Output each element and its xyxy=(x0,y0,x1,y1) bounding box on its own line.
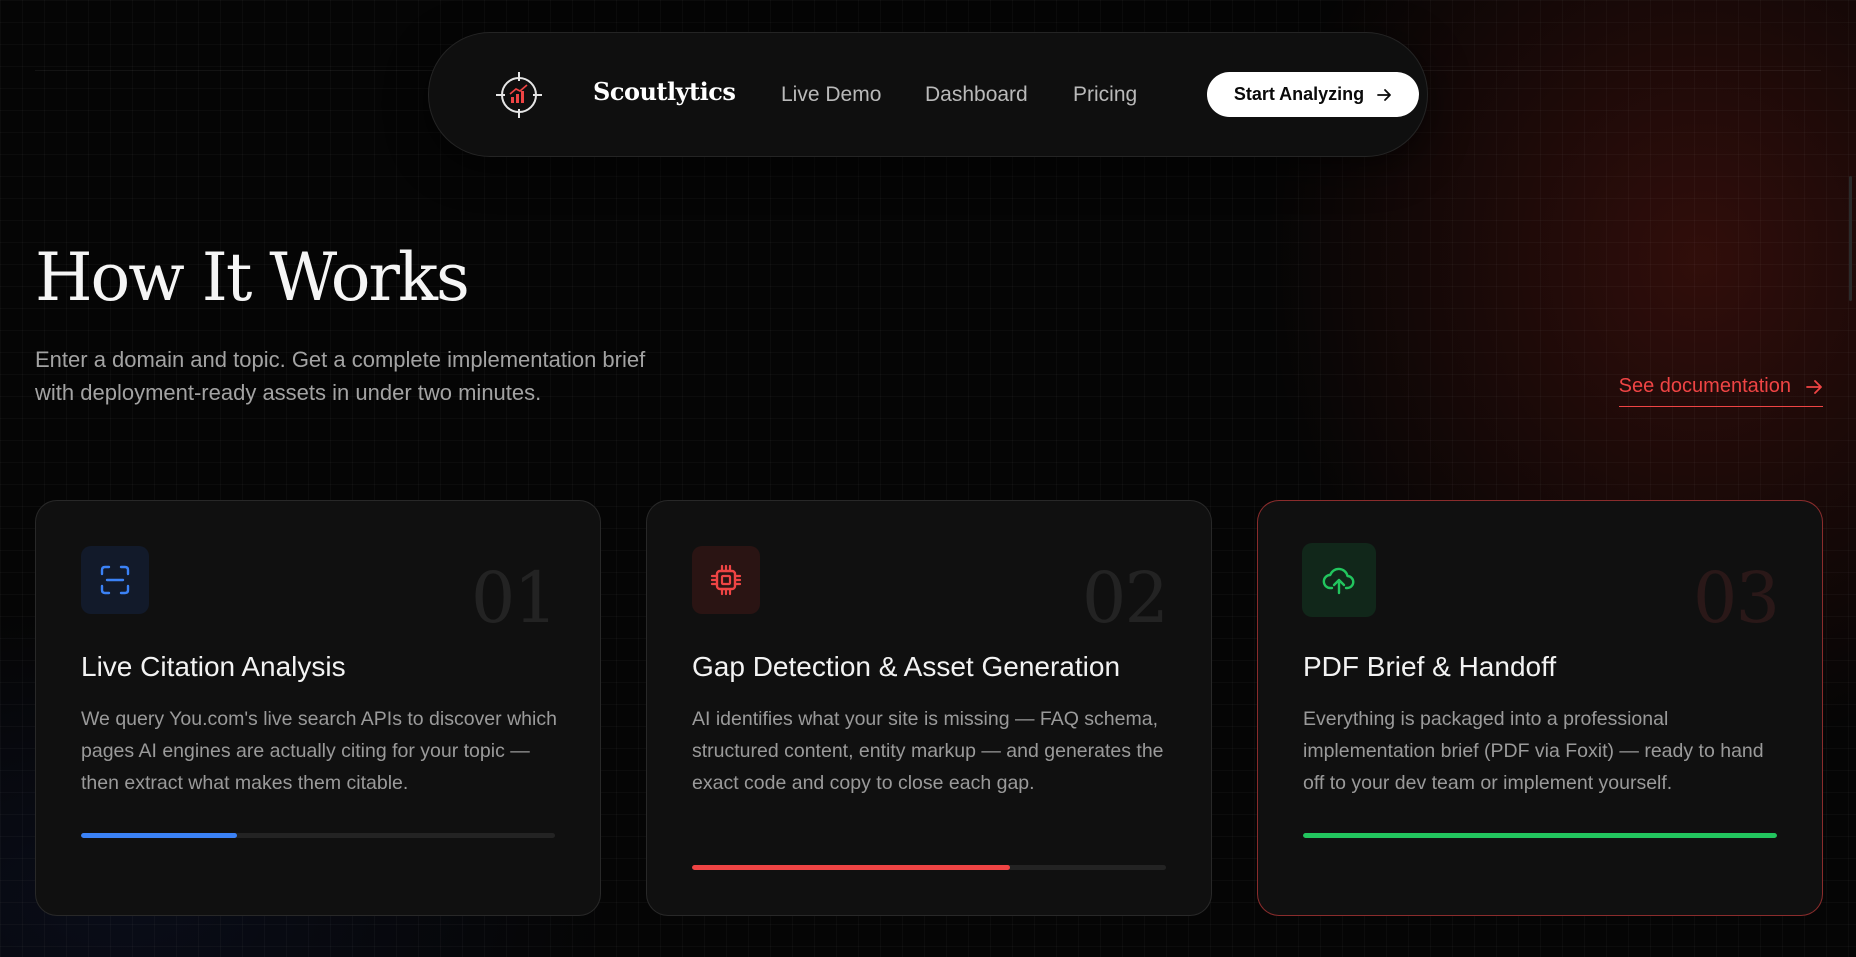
nav-link-live-demo[interactable]: Live Demo xyxy=(781,83,881,107)
step-description: Everything is packaged into a profession… xyxy=(1303,708,1764,794)
brand-name[interactable]: Scoutlytics xyxy=(593,77,736,106)
cloud-upload-icon xyxy=(1302,543,1376,617)
step-title: Live Citation Analysis xyxy=(81,651,346,682)
step-number: 03 xyxy=(1692,557,1780,639)
step-description: AI identifies what your site is missing … xyxy=(692,708,1164,794)
step-title: Gap Detection & Asset Generation xyxy=(692,651,1121,682)
step-card-2: 02 Gap Detection & Asset Generation AI i… xyxy=(646,500,1212,916)
step-progress-fill xyxy=(1303,833,1777,838)
step-card-3: 03 PDF Brief & Handoff Everything is pac… xyxy=(1257,500,1823,916)
step-number: 02 xyxy=(1081,557,1169,639)
step-progress-fill xyxy=(692,865,1010,870)
step-title: PDF Brief & Handoff xyxy=(1303,651,1557,682)
see-documentation-label: See documentation xyxy=(1618,375,1791,397)
nav-link-dashboard[interactable]: Dashboard xyxy=(925,83,1028,107)
arrow-right-icon xyxy=(1377,88,1392,101)
step-description: We query You.com's live search APIs to d… xyxy=(81,708,557,794)
step-progress-track xyxy=(1303,833,1777,838)
page: Scoutlytics Live Demo Dashboard Pricing … xyxy=(0,0,1856,957)
arrow-right-icon xyxy=(1806,379,1822,394)
step-progress-track xyxy=(81,833,555,838)
step-progress-track xyxy=(692,865,1166,870)
step-progress-fill xyxy=(81,833,238,838)
nav-link-pricing[interactable]: Pricing xyxy=(1073,83,1137,107)
section-subtitle: Enter a domain and topic. Get a complete… xyxy=(35,347,646,405)
scrollbar[interactable] xyxy=(1849,176,1852,301)
navbar: Scoutlytics Live Demo Dashboard Pricing … xyxy=(428,32,1428,157)
cpu-icon xyxy=(692,546,760,614)
scan-icon xyxy=(81,546,149,614)
section-title: How It Works xyxy=(35,239,470,316)
step-card-1: 01 Live Citation Analysis We query You.c… xyxy=(35,500,601,916)
start-analyzing-button[interactable]: Start Analyzing xyxy=(1207,72,1419,117)
logo-crosshair-icon[interactable] xyxy=(496,72,542,118)
see-documentation-link[interactable]: See documentation xyxy=(1618,375,1823,407)
start-analyzing-label: Start Analyzing xyxy=(1233,84,1365,104)
step-number: 01 xyxy=(470,557,558,639)
